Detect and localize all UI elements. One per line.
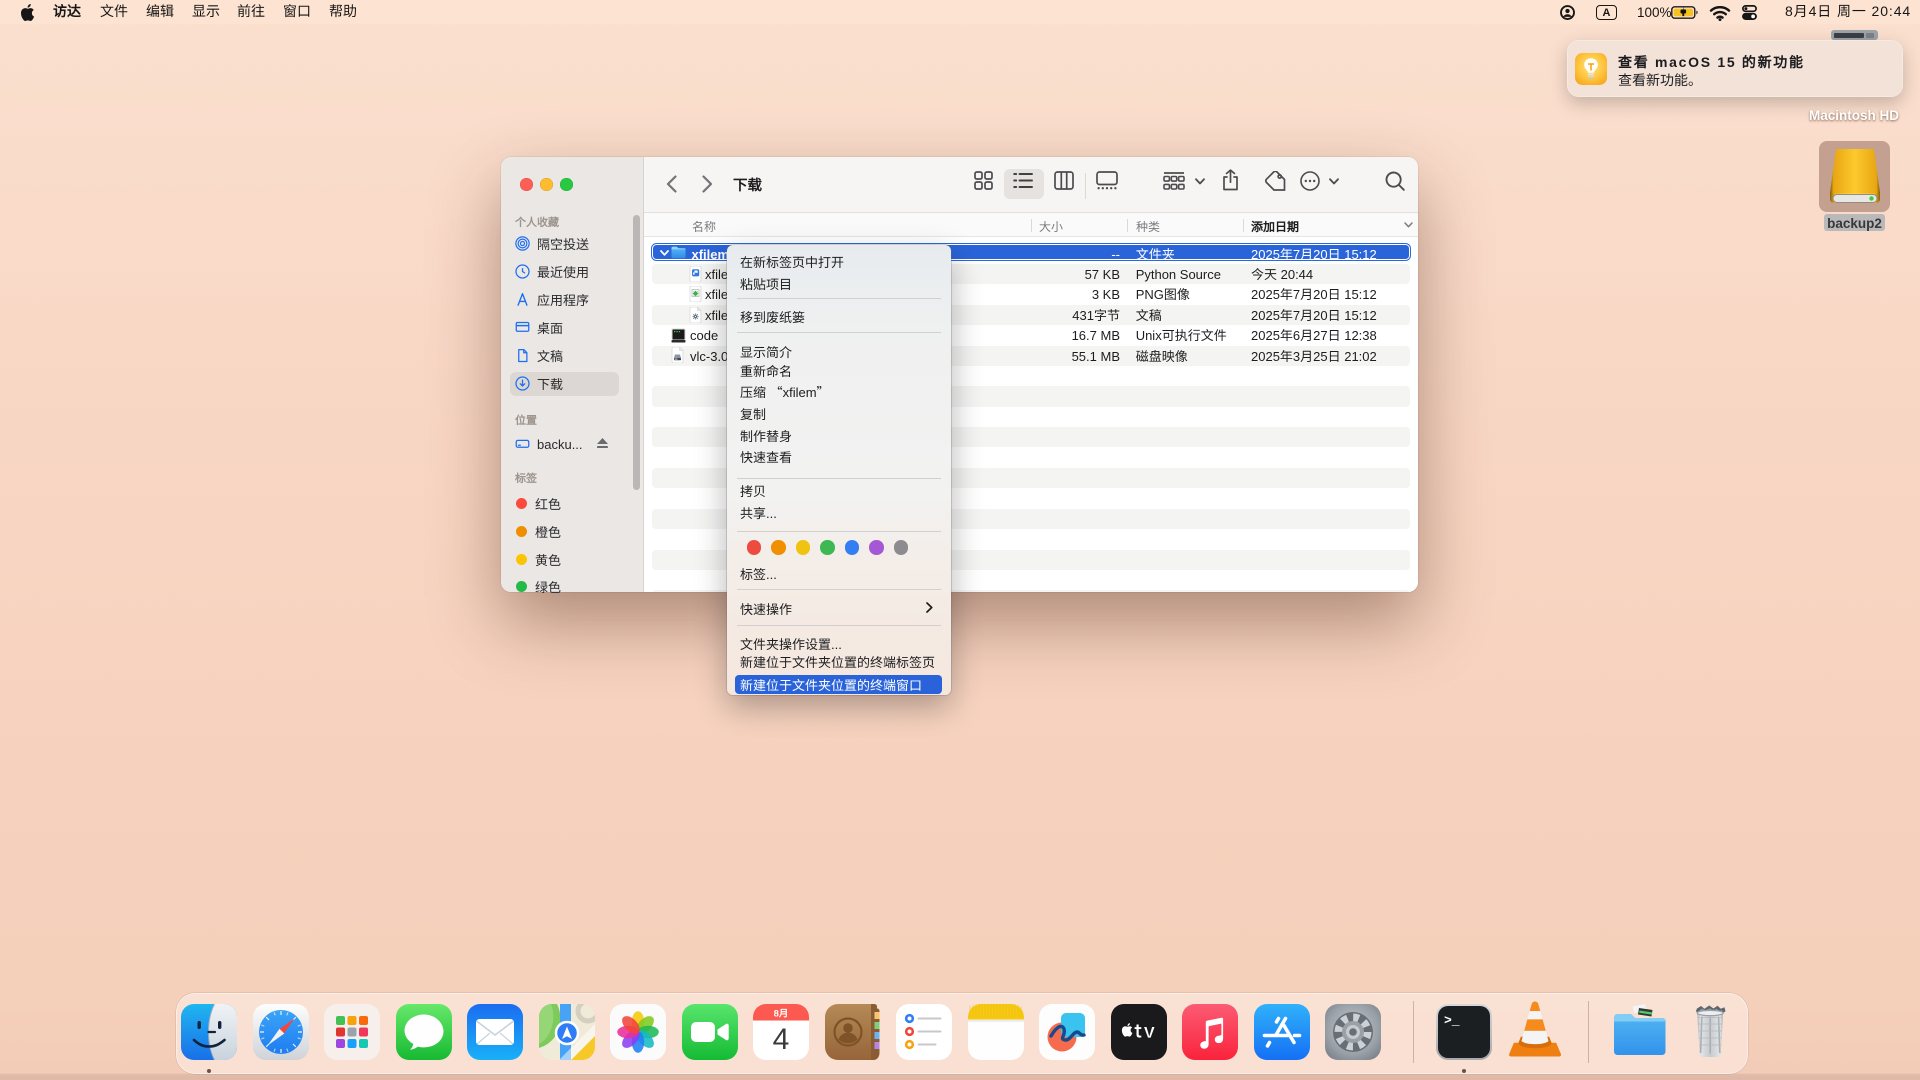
svg-text:4: 4 bbox=[773, 1014, 790, 1058]
svg-text:>_: >_ bbox=[1444, 1013, 1460, 1028]
